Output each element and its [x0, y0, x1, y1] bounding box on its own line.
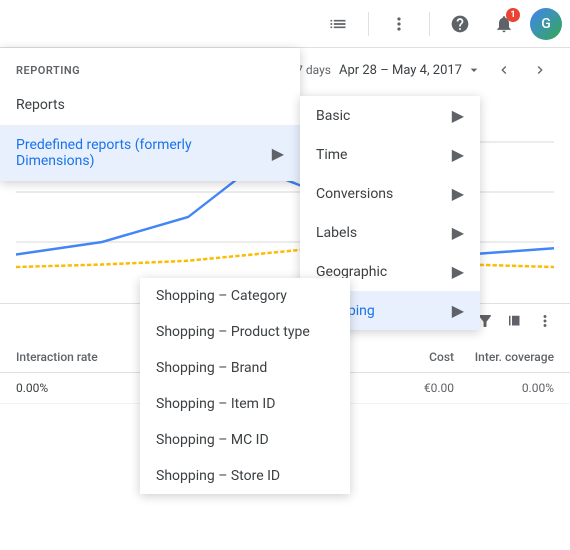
shopping-brand-label: Shopping – Brand: [156, 360, 267, 376]
shopping-mc-id-item[interactable]: Shopping – MC ID: [140, 422, 350, 458]
more-options-button[interactable]: [381, 6, 417, 42]
notification-wrapper: 1: [486, 6, 522, 42]
shopping-store-id-item[interactable]: Shopping – Store ID: [140, 458, 350, 494]
dropdown-icon: [466, 62, 482, 78]
table-more-options[interactable]: [536, 312, 554, 334]
conversions-item[interactable]: Conversions ▶: [300, 174, 480, 213]
basic-label: Basic: [316, 108, 350, 124]
labels-label: Labels: [316, 225, 357, 241]
shopping-category-label: Shopping – Category: [156, 288, 287, 304]
col2-header: Cost: [374, 350, 454, 364]
shopping-category-item[interactable]: Shopping – Category: [140, 278, 350, 314]
reporting-menu: REPORTING Reports Predefined reports (fo…: [0, 48, 300, 181]
predefined-reports-item[interactable]: Predefined reports (formerly Dimensions)…: [0, 125, 300, 181]
shopping-item-id-item[interactable]: Shopping – Item ID: [140, 386, 350, 422]
labels-arrow-icon: ▶: [452, 223, 464, 242]
toolbar-icons: 1 G: [320, 6, 562, 42]
geographic-arrow-icon: ▶: [452, 262, 464, 281]
shopping-item-id-label: Shopping – Item ID: [156, 396, 275, 412]
time-item[interactable]: Time ▶: [300, 135, 480, 174]
date-range-selector[interactable]: Apr 28 – May 4, 2017: [339, 62, 482, 78]
reporting-title: REPORTING: [0, 48, 300, 85]
reports-item[interactable]: Reports: [0, 85, 300, 125]
notification-badge: 1: [506, 8, 520, 22]
row1-col2: €0.00: [374, 381, 454, 395]
conversions-arrow-icon: ▶: [452, 184, 464, 203]
date-prev-button[interactable]: [490, 56, 518, 84]
conversions-label: Conversions: [316, 186, 393, 202]
submenu-level3: Shopping – Category Shopping – Product t…: [140, 278, 350, 494]
shopping-store-id-label: Shopping – Store ID: [156, 468, 280, 484]
col3-header: Inter. coverage: [454, 350, 554, 364]
toolbar-divider2: [429, 12, 430, 36]
date-range-text: Apr 28 – May 4, 2017: [339, 63, 462, 78]
shopping-brand-item[interactable]: Shopping – Brand: [140, 350, 350, 386]
date-next-button[interactable]: [526, 56, 554, 84]
row1-col3: 0.00%: [454, 381, 554, 395]
labels-item[interactable]: Labels ▶: [300, 213, 480, 252]
main-content: Last 7 days Apr 28 – May 4, 2017 4 May 2…: [0, 48, 570, 550]
chart-button[interactable]: [320, 6, 356, 42]
help-button[interactable]: [442, 6, 478, 42]
basic-arrow-icon: ▶: [452, 106, 464, 125]
basic-item[interactable]: Basic ▶: [300, 96, 480, 135]
columns-button[interactable]: [506, 312, 524, 334]
shopping-product-type-item[interactable]: Shopping – Product type: [140, 314, 350, 350]
toolbar-divider: [368, 12, 369, 36]
reports-label: Reports: [16, 97, 65, 113]
predefined-arrow-icon: ▶: [272, 144, 284, 163]
predefined-reports-label: Predefined reports (formerly Dimensions): [16, 137, 272, 169]
shopping-product-type-label: Shopping – Product type: [156, 324, 310, 340]
time-label: Time: [316, 147, 347, 163]
shopping-mc-id-label: Shopping – MC ID: [156, 432, 269, 448]
time-arrow-icon: ▶: [452, 145, 464, 164]
toolbar: 1 G: [0, 0, 570, 48]
shopping-arrow-icon: ▶: [452, 301, 464, 320]
avatar[interactable]: G: [530, 8, 562, 40]
